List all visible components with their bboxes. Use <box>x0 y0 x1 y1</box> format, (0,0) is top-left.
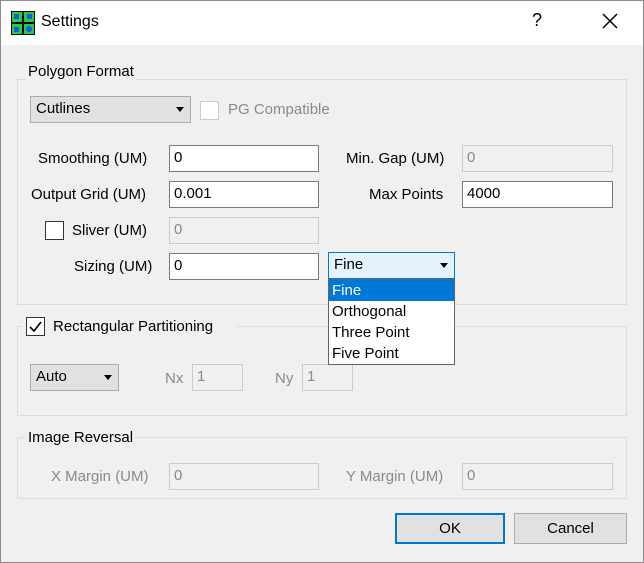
sizing-mode-option-fine[interactable]: Fine <box>329 280 454 301</box>
polygon-format-select[interactable]: Cutlines <box>30 96 191 123</box>
app-icon <box>11 11 35 35</box>
sizing-mode-option-three-point[interactable]: Three Point <box>329 322 454 343</box>
nx-label: Nx <box>165 370 184 387</box>
partitioning-mode-select[interactable]: Auto <box>30 364 119 391</box>
sliver-checkbox[interactable] <box>45 221 64 240</box>
max-points-label: Max Points <box>369 186 444 203</box>
output-grid-input[interactable]: 0.001 <box>169 181 319 208</box>
sizing-mode-value: Fine <box>334 256 364 273</box>
min-gap-input[interactable]: 0 <box>462 145 613 172</box>
max-points-input[interactable]: 4000 <box>462 181 613 208</box>
polygon-format-label: Polygon Format <box>26 63 136 80</box>
sizing-mode-option-five-point[interactable]: Five Point <box>329 343 454 364</box>
sizing-mode-select[interactable]: Fine <box>328 252 455 279</box>
chevron-down-icon <box>440 263 448 268</box>
polygon-format-select-value: Cutlines <box>36 100 91 117</box>
close-button[interactable] <box>598 9 622 33</box>
y-margin-input[interactable]: 0 <box>462 463 613 490</box>
pg-compatible-label: PG Compatible <box>228 101 330 118</box>
sizing-mode-dropdown-list: Fine Orthogonal Three Point Five Point <box>328 279 455 365</box>
close-icon <box>602 13 618 29</box>
cancel-button[interactable]: Cancel <box>514 513 627 544</box>
sizing-mode-option-orthogonal[interactable]: Orthogonal <box>329 301 454 322</box>
help-button[interactable]: ? <box>532 10 542 31</box>
smoothing-input[interactable]: 0 <box>169 145 319 172</box>
ny-label: Ny <box>275 370 294 387</box>
ok-button[interactable]: OK <box>395 513 505 544</box>
x-margin-input[interactable]: 0 <box>169 463 319 490</box>
pg-compatible-checkbox[interactable] <box>200 101 219 120</box>
chevron-down-icon <box>176 107 184 112</box>
x-margin-label: X Margin (UM) <box>51 468 149 485</box>
sizing-label: Sizing (UM) <box>74 258 153 275</box>
rectangular-partitioning-label: Rectangular Partitioning <box>53 318 214 335</box>
sizing-input[interactable]: 0 <box>169 253 319 280</box>
smoothing-label: Smoothing (UM) <box>38 150 148 167</box>
image-reversal-label: Image Reversal <box>26 429 136 446</box>
sliver-input[interactable]: 0 <box>169 217 319 244</box>
checkmark-icon <box>29 321 42 333</box>
sliver-label: Sliver (UM) <box>72 222 147 239</box>
min-gap-label: Min. Gap (UM) <box>346 150 445 167</box>
nx-input[interactable]: 1 <box>192 364 243 391</box>
rectangular-partitioning-checkbox[interactable] <box>26 317 45 336</box>
window-title: Settings <box>41 13 99 30</box>
chevron-down-icon <box>104 375 112 380</box>
output-grid-label: Output Grid (UM) <box>31 186 147 203</box>
y-margin-label: Y Margin (UM) <box>346 468 444 485</box>
ny-input[interactable]: 1 <box>302 364 353 391</box>
partitioning-mode-value: Auto <box>36 368 67 385</box>
